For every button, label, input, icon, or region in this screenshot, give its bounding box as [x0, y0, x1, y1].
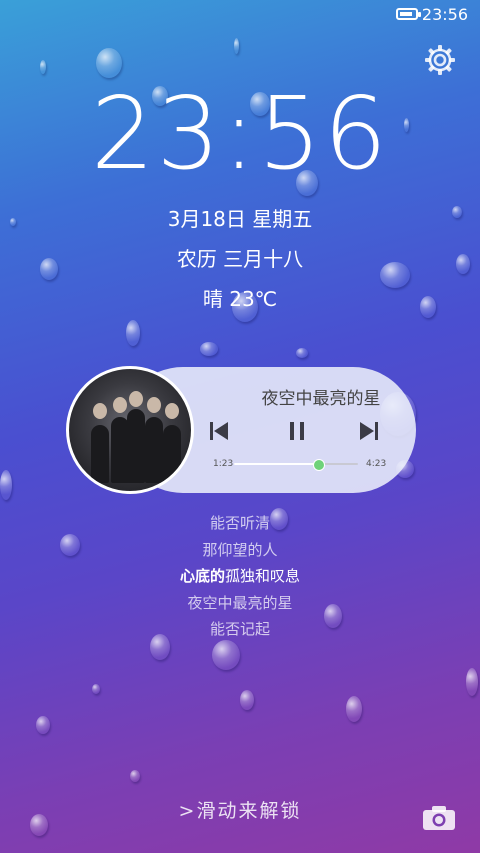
progress-bar[interactable] [234, 459, 358, 471]
song-title: 夜空中最亮的星 [261, 389, 381, 409]
unlock-arrow-icon: > [178, 800, 197, 822]
music-player-widget: 夜空中最亮的星 1:23 4:23 [66, 366, 416, 494]
status-time: 23:56 [421, 5, 468, 24]
battery-icon [396, 8, 421, 20]
next-button[interactable] [356, 418, 382, 444]
slide-to-unlock[interactable]: >滑动来解锁 [0, 796, 480, 823]
lyrics-panel: 能否听清 那仰望的人 心底的孤独和叹息 夜空中最亮的星 能否记起 [0, 510, 480, 643]
lyric-highlight: 心底的 [179, 567, 225, 585]
lyric-line-active: 心底的孤独和叹息 [0, 563, 480, 590]
pause-icon [290, 422, 304, 440]
previous-button[interactable] [206, 418, 232, 444]
lyric-rest: 孤独和叹息 [225, 567, 301, 585]
album-art[interactable] [66, 366, 194, 494]
lyric-line: 能否记起 [209, 620, 270, 638]
lockscreen-clock: 23:56 [90, 75, 390, 192]
progress-fill [234, 463, 319, 465]
lunar-date-text: 农历 三月十八 [176, 247, 304, 271]
lyric-line: 夜空中最亮的星 [187, 593, 293, 612]
next-icon [360, 422, 378, 440]
unlock-hint-text: 滑动来解锁 [196, 800, 302, 822]
weather-text: 晴 23℃ [202, 287, 278, 311]
status-bar: 23:56 [0, 0, 480, 30]
lyric-line: 那仰望的人 [202, 540, 278, 559]
total-time: 4:23 [366, 459, 387, 469]
gear-icon[interactable] [424, 44, 456, 76]
current-time: 1:23 [213, 459, 234, 469]
previous-icon [210, 422, 228, 440]
battery-fill [400, 12, 412, 16]
lyric-line: 能否听清 [209, 514, 270, 532]
pause-button[interactable] [284, 418, 310, 444]
date-text: 3月18日 星期五 [167, 207, 313, 231]
camera-icon[interactable] [422, 805, 456, 831]
